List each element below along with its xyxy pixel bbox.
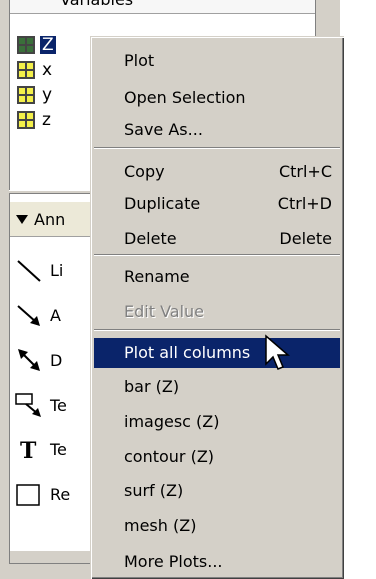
variables-header: Variables xyxy=(10,0,315,14)
menu-item-surf-z[interactable]: surf (Z) xyxy=(94,476,340,506)
menu-item-label: Open Selection xyxy=(124,88,246,107)
annotation-tool-label: Li xyxy=(50,260,64,280)
variable-name: y xyxy=(42,84,53,105)
menu-item-label: Copy xyxy=(124,162,165,181)
menu-item-imagesc-z[interactable]: imagesc (Z) xyxy=(94,407,340,437)
matrix-variable-icon xyxy=(17,85,35,104)
menu-item-label: Rename xyxy=(124,267,190,286)
menu-item-edit-value: Edit Value xyxy=(94,297,340,327)
menu-item-save-as[interactable]: Save As... xyxy=(94,115,340,145)
variable-name: Z xyxy=(40,34,56,55)
double-arrow-icon xyxy=(18,349,40,371)
annotations-header-label: Ann xyxy=(34,209,66,229)
text-arrow-icon xyxy=(15,393,41,417)
menu-item-label: Save As... xyxy=(124,120,203,139)
svg-text:T: T xyxy=(20,438,37,464)
menu-item-open-selection[interactable]: Open Selection xyxy=(94,83,340,113)
menu-item-label: Duplicate xyxy=(124,194,201,213)
variables-header-label: Variables xyxy=(60,0,133,9)
menu-separator xyxy=(94,147,340,149)
mouse-pointer-icon xyxy=(265,334,291,370)
screenshot-stage: Variables Zxyz Ann Li A D Te T Te Re Plot Open … xyxy=(0,0,376,579)
menu-item-label: Delete xyxy=(124,229,177,248)
menu-item-rename[interactable]: Rename xyxy=(94,262,340,292)
menu-item-label: imagesc (Z) xyxy=(124,412,220,431)
rectangle-icon xyxy=(16,484,40,506)
annotation-tool-label: Re xyxy=(50,484,71,504)
context-menu: Plot Open Selection Save As... Copy Ctrl+C Du… xyxy=(90,36,344,579)
menu-item-label: Plot xyxy=(124,51,155,70)
menu-item-label: More Plots... xyxy=(124,552,223,571)
menu-item-label: Edit Value xyxy=(124,302,205,321)
annotation-tool-label: Te xyxy=(50,395,67,415)
menu-item-label: contour (Z) xyxy=(124,447,215,466)
menu-item-shortcut: Ctrl+D xyxy=(277,194,332,213)
variable-name: z xyxy=(42,109,51,130)
text-icon: T xyxy=(20,438,37,464)
menu-item-copy[interactable]: Copy Ctrl+C xyxy=(94,157,340,187)
menu-item-plot-all-columns[interactable]: Plot all columns xyxy=(94,338,340,368)
line-icon xyxy=(17,260,41,282)
arrow-icon xyxy=(17,305,40,326)
menu-item-shortcut: Delete xyxy=(279,229,332,248)
menu-item-duplicate[interactable]: Duplicate Ctrl+D xyxy=(94,189,340,219)
menu-item-more-plots[interactable]: More Plots... xyxy=(94,547,340,577)
menu-item-plot[interactable]: Plot xyxy=(94,46,340,76)
menu-item-shortcut: Ctrl+C xyxy=(278,162,332,181)
variable-name: x xyxy=(42,59,53,80)
collapse-triangle-icon[interactable] xyxy=(16,214,28,224)
menu-item-contour-z[interactable]: contour (Z) xyxy=(94,442,340,472)
menu-item-mesh-z[interactable]: mesh (Z) xyxy=(94,511,340,541)
menu-item-delete[interactable]: Delete Delete xyxy=(94,224,340,254)
annotation-tool-label: D xyxy=(50,350,63,370)
menu-separator xyxy=(94,329,340,331)
menu-item-label: Plot all columns xyxy=(124,343,251,362)
matrix-variable-icon xyxy=(17,35,35,54)
menu-item-bar-z[interactable]: bar (Z) xyxy=(94,372,340,402)
annotation-tool-label: A xyxy=(50,305,61,325)
matrix-variable-icon xyxy=(17,110,35,129)
menu-item-label: surf (Z) xyxy=(124,481,184,500)
annotation-tool-label: Te xyxy=(50,439,67,459)
matrix-variable-icon xyxy=(17,60,35,79)
menu-separator xyxy=(94,254,340,256)
menu-item-label: mesh (Z) xyxy=(124,516,197,535)
menu-item-label: bar (Z) xyxy=(124,377,180,396)
